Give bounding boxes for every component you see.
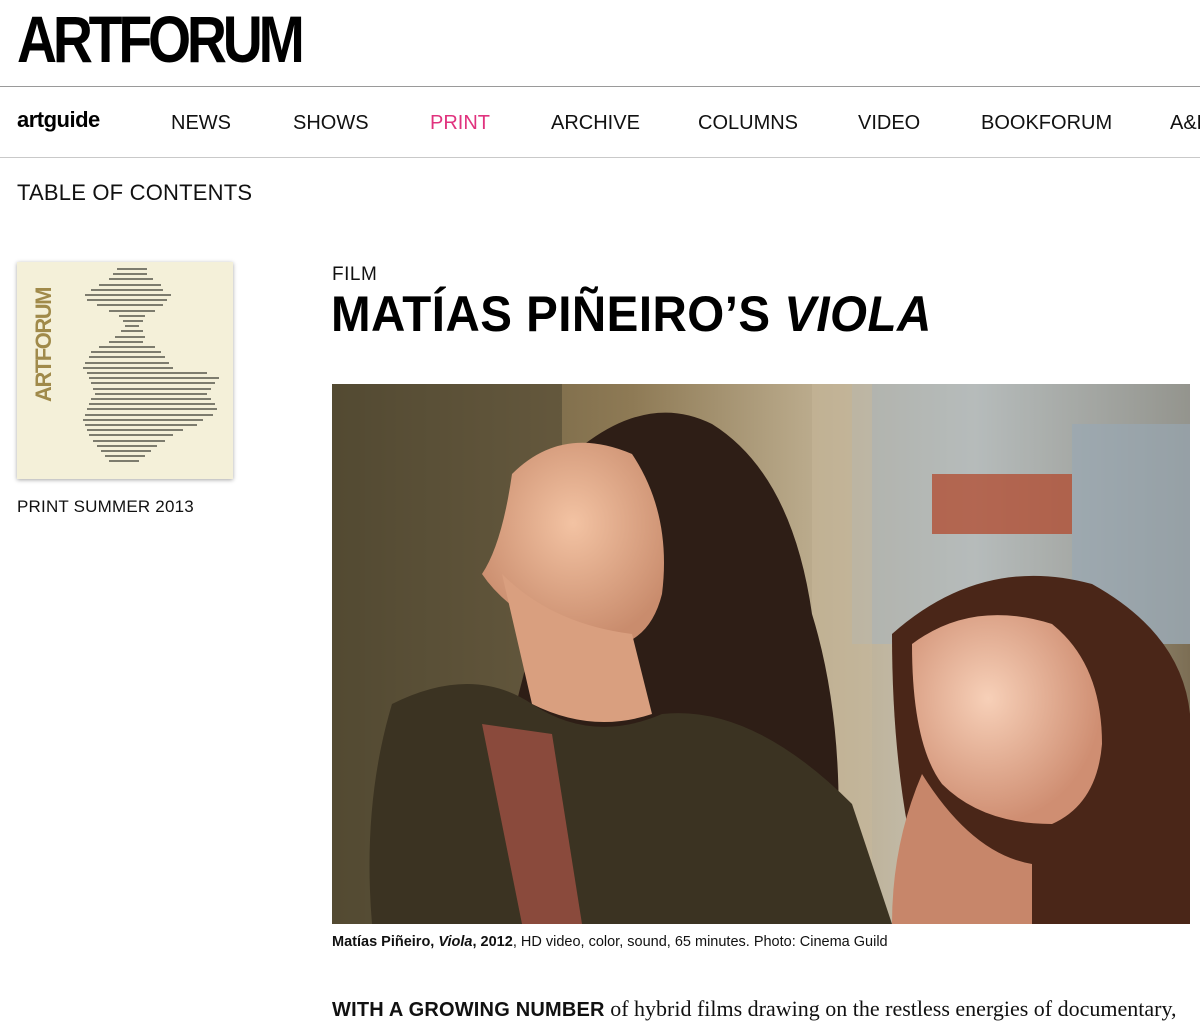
cover-poem-line [89, 434, 173, 437]
photo-caption: Matías Piñeiro, Viola, 2012, HD video, c… [332, 934, 888, 950]
cover-poem-line [115, 335, 145, 338]
cover-poem-line [119, 314, 145, 317]
cover-poem-line [89, 356, 165, 359]
cover-poem-line [113, 273, 147, 276]
cover-poem-line [91, 351, 161, 354]
cover-poem-line [109, 278, 153, 281]
title-main: MATÍAS PIÑEIRO’S [331, 286, 785, 342]
cover-poem-line [109, 309, 155, 312]
cover-poem-line [83, 418, 203, 421]
cover-logo: ARTFORUM [31, 288, 56, 402]
table-of-contents-link[interactable]: TABLE OF CONTENTS [17, 180, 252, 206]
nav-item-news[interactable]: NEWS [171, 112, 231, 135]
nav-item-columns[interactable]: COLUMNS [698, 112, 798, 135]
issue-cover[interactable]: ARTFORUM [17, 262, 233, 479]
masthead: ARTFORUM [0, 0, 1200, 87]
cover-poem-line [123, 320, 143, 322]
cover-poem-line [99, 346, 155, 348]
article-kicker: FILM [332, 264, 378, 285]
nav-item-shows[interactable]: SHOWS [293, 112, 369, 135]
cover-poem-line [97, 444, 157, 447]
cover-poem-line [121, 330, 143, 333]
cover-poem-line [105, 455, 145, 458]
cover-poem-graphic [69, 268, 229, 473]
cover-poem-line [89, 377, 219, 380]
cover-poem-line [89, 403, 215, 406]
title-italic: VIOLA [784, 286, 932, 342]
cover-poem-line [85, 361, 169, 364]
cover-poem-line [109, 460, 139, 463]
artforum-logo[interactable]: ARTFORUM [17, 6, 305, 72]
cover-poem-line [125, 325, 139, 328]
nav-item-ae[interactable]: A&E [1170, 112, 1200, 135]
cover-poem-line [101, 450, 151, 452]
cover-poem-line [91, 398, 211, 400]
cover-poem-line [87, 372, 207, 374]
cover-poem-line [91, 288, 163, 291]
article-lede: WITH A GROWING NUMBER of hybrid films dr… [332, 996, 1177, 1022]
caption-work: Viola [438, 934, 473, 950]
cover-poem-line [99, 283, 161, 286]
nav-item-print[interactable]: PRINT [430, 112, 490, 135]
lede-caps: WITH A GROWING NUMBER [332, 999, 605, 1021]
lede-text: of hybrid films drawing on the restless … [604, 996, 1177, 1021]
cover-poem-line [109, 340, 143, 343]
cover-poem-line [87, 299, 167, 302]
cover-poem-line [87, 429, 183, 432]
article-title: MATÍAS PIÑEIRO’S VIOLA [331, 285, 932, 343]
caption-artist: Matías Piñeiro, [332, 934, 439, 950]
cover-poem-line [85, 424, 197, 426]
main-nav: artguide NEWS SHOWS PRINT ARCHIVE COLUMN… [0, 87, 1200, 158]
cover-poem-line [97, 304, 163, 307]
issue-label[interactable]: PRINT SUMMER 2013 [17, 497, 194, 517]
cover-poem-line [83, 366, 173, 369]
cover-poem-line [85, 413, 213, 416]
cover-poem-line [95, 392, 207, 395]
caption-year: , 2012 [472, 934, 513, 950]
cover-poem-line [93, 387, 211, 390]
caption-details: , HD video, color, sound, 65 minutes. Ph… [512, 934, 888, 950]
cover-poem-line [87, 408, 217, 411]
cover-poem-line [91, 382, 215, 385]
cover-poem-line [93, 439, 165, 442]
article-photo [332, 384, 1190, 924]
artguide-link[interactable]: artguide [17, 107, 100, 133]
film-still-image [332, 384, 1190, 924]
nav-item-archive[interactable]: ARCHIVE [551, 112, 640, 135]
nav-item-video[interactable]: VIDEO [858, 112, 920, 135]
cover-poem-line [85, 294, 171, 296]
cover-poem-line [117, 268, 147, 270]
nav-item-bookforum[interactable]: BOOKFORUM [981, 112, 1112, 135]
page: ARTFORUM artguide NEWS SHOWS PRINT ARCHI… [0, 0, 1200, 1024]
